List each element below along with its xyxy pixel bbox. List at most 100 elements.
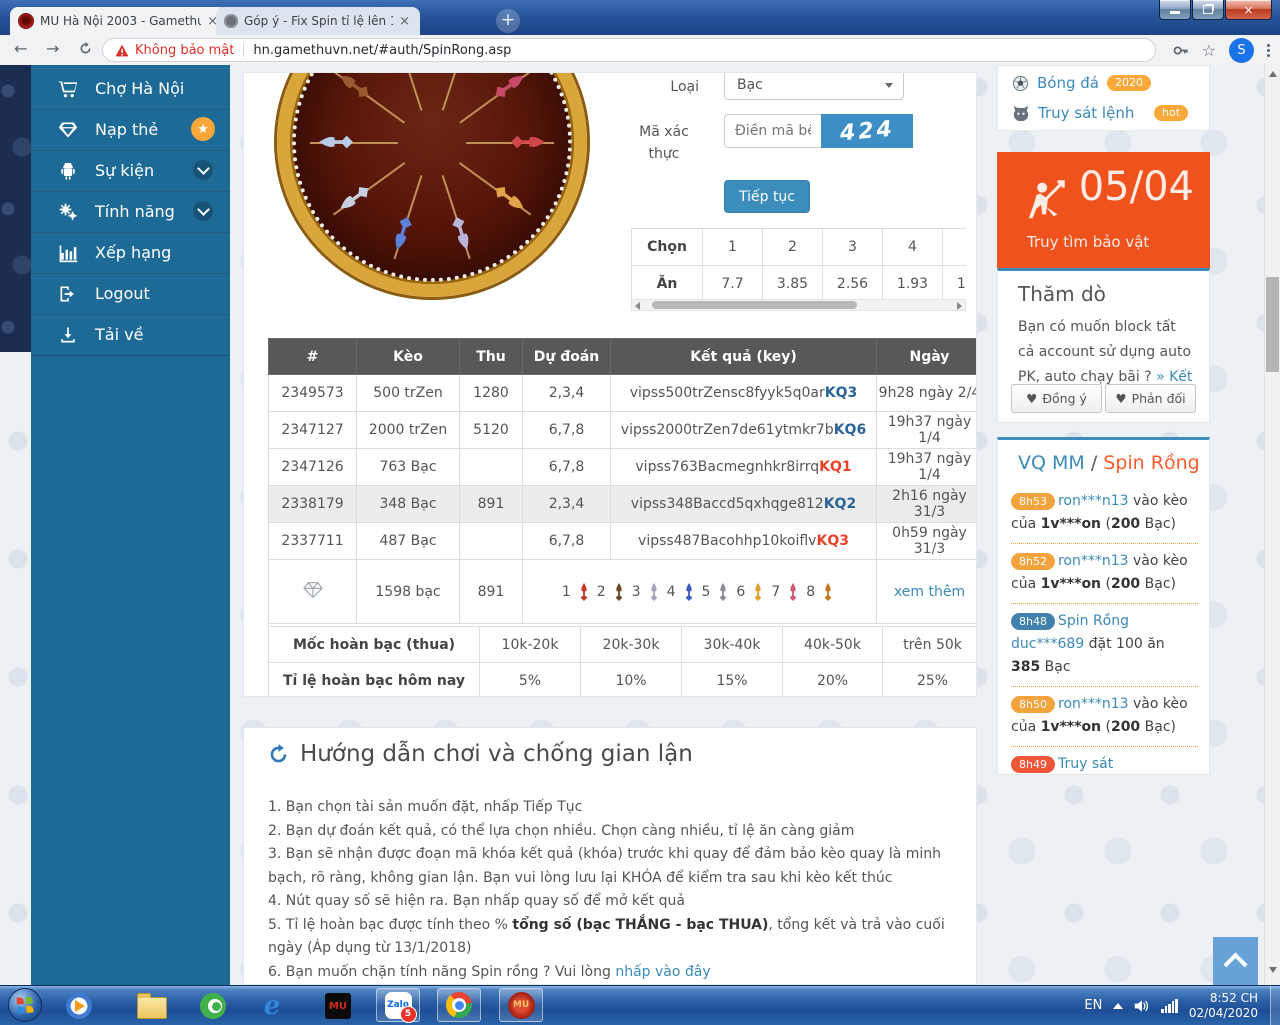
zalo-icon: Zalo 5 xyxy=(385,992,412,1019)
toolbar-right: ☆ S xyxy=(1172,35,1270,65)
verification-code-input[interactable] xyxy=(724,114,821,148)
sidebar-item-label: Chợ Hà Nội xyxy=(95,79,184,98)
globe-favicon-icon xyxy=(224,14,238,28)
scroll-down-icon[interactable] xyxy=(1269,967,1277,973)
sidebar-item-logout[interactable]: Logout xyxy=(31,273,230,315)
odds-header-row: Chọn 1 2 3 4 5 xyxy=(632,229,967,266)
close-button[interactable]: × xyxy=(1225,0,1272,20)
agree-button[interactable]: ♥Đồng ý xyxy=(1011,384,1102,413)
network-icon[interactable] xyxy=(1161,999,1178,1013)
disagree-button[interactable]: ♥Phản đối xyxy=(1105,384,1196,413)
mu-launcher-taskbar-icon[interactable]: MU xyxy=(323,991,353,1021)
minimize-button[interactable] xyxy=(1159,0,1191,20)
odds-value-row: Ăn 7.7 3.85 2.56 1.93 1.54 xyxy=(632,266,967,300)
scroll-left-icon[interactable] xyxy=(635,302,640,310)
weapon-icon xyxy=(819,579,837,605)
spin-rong-panel: Loại Bạc Mã xác thực 424 Tiếp tục Chọn 1… xyxy=(243,72,977,697)
new-tab-button[interactable]: + xyxy=(496,9,520,33)
internet-explorer-taskbar-icon[interactable]: e xyxy=(257,991,287,1021)
feed-item: 8h52ron***n13 vào kèo của 1v***on (200 B… xyxy=(1011,544,1198,604)
sidebar-item-label: Tải về xyxy=(95,325,143,344)
back-button[interactable]: ← xyxy=(14,39,27,58)
password-key-icon[interactable] xyxy=(1172,42,1189,59)
player-link[interactable]: ron***n13 xyxy=(1058,696,1129,712)
refund-table-wrap: Mốc hoàn bạc (thua) 10k-20k 20k-30k 30k-… xyxy=(268,626,964,697)
chevron-down-icon[interactable] xyxy=(193,201,213,221)
scroll-right-icon[interactable] xyxy=(957,302,962,310)
activity-feed-card: VQ MM / Spin Rồng 8h53ron***n13 vào kèo … xyxy=(997,437,1210,775)
coccoc-taskbar-icon[interactable] xyxy=(198,991,228,1021)
refresh-icon xyxy=(268,744,289,765)
weapon-icon xyxy=(331,72,378,109)
event-card[interactable]: 05/04 Truy tìm bảo vật xyxy=(997,152,1210,268)
soccer-ball-icon xyxy=(1012,75,1029,92)
file-explorer-taskbar-icon[interactable] xyxy=(137,991,167,1021)
history-row: 2347127 2000 trZen 5120 6,7,8 vipss2000t… xyxy=(269,412,978,449)
history-row: 2337711 487 Bạc 6,7,8 vipss487Bacohhp10k… xyxy=(269,523,978,560)
volume-icon[interactable] xyxy=(1134,999,1150,1013)
odds-table: Chọn 1 2 3 4 5 Ăn 7.7 3.85 2.56 1.93 1.5… xyxy=(631,228,966,299)
clock-date: 02/04/2020 xyxy=(1189,1006,1258,1021)
see-more-link[interactable]: xem thêm xyxy=(894,584,965,600)
bong-da-link[interactable]: Bóng đá 2020 xyxy=(1012,74,1151,92)
result-code: KQ6 xyxy=(834,422,867,438)
tab-close-icon[interactable]: × xyxy=(397,14,412,29)
sidebar-item-cho-ha-noi[interactable]: Chợ Hà Nội xyxy=(31,68,230,110)
back-to-top-button[interactable] xyxy=(1213,937,1258,985)
forward-button[interactable]: → xyxy=(46,39,59,58)
block-spin-link[interactable]: nhấp vào đây xyxy=(615,964,710,980)
weapon-icon xyxy=(680,579,698,605)
feed-item: 8h53ron***n13 vào kèo của 1v***on (200 B… xyxy=(1011,484,1198,544)
time-badge: 8h53 xyxy=(1011,493,1055,510)
player-link[interactable]: ron***n13 xyxy=(1058,493,1129,509)
guide-item: 1. Bạn chọn tài sản muốn đặt, nhấp Tiếp … xyxy=(268,796,952,820)
time-badge: 8h52 xyxy=(1011,553,1055,570)
guide-item: 4. Nút quay số sẽ hiện ra. Bạn nhấp quay… xyxy=(268,890,952,914)
sidebar-item-xep-hang[interactable]: Xếp hạng xyxy=(31,232,230,274)
scroll-up-icon[interactable] xyxy=(1269,71,1277,77)
scrollbar-thumb[interactable] xyxy=(1266,277,1279,372)
restore-button[interactable] xyxy=(1192,0,1224,20)
sidebar-item-tinh-nang[interactable]: Tính năng xyxy=(31,191,230,233)
start-button[interactable] xyxy=(8,988,42,1022)
odds-horizontal-scrollbar[interactable] xyxy=(631,299,966,311)
continue-button[interactable]: Tiếp tục xyxy=(724,180,810,213)
sidebar-item-tai-ve[interactable]: Tải về xyxy=(31,314,230,356)
player-link[interactable]: ron***n13 xyxy=(1058,553,1129,569)
page-scrollbar[interactable] xyxy=(1264,65,1280,985)
address-bar[interactable]: Không bảo mật hn.gamethuvn.net/#auth/Spi… xyxy=(102,38,1156,62)
language-indicator[interactable]: EN xyxy=(1084,998,1102,1013)
scrollbar-thumb[interactable] xyxy=(652,301,857,309)
notification-badge: 5 xyxy=(400,1006,417,1023)
refund-value-row: Tỉ lệ hoàn bạc hôm nay 5% 10% 15% 20% 25… xyxy=(269,663,978,698)
treasure-hunter-icon xyxy=(1023,178,1069,224)
sidebar-item-label: Nạp thẻ xyxy=(95,120,158,139)
tab-gop-y[interactable]: Góp ý - Fix Spin tỉ lệ lên 1 tý | Pag × xyxy=(216,7,420,35)
bar-chart-icon xyxy=(58,243,78,263)
mu-game-taskbar-button[interactable]: MU xyxy=(499,988,543,1022)
sidebar-item-nap-the[interactable]: Nạp thẻ ★ xyxy=(31,109,230,151)
browser-menu-icon[interactable] xyxy=(1267,42,1270,59)
security-warning: Không bảo mật xyxy=(135,43,234,58)
show-desktop-button[interactable] xyxy=(1270,986,1280,1025)
poll-title: Thăm dò xyxy=(1018,282,1106,306)
windows-flag-icon xyxy=(16,996,33,1013)
refresh-button[interactable] xyxy=(78,41,93,60)
spin-wheel[interactable] xyxy=(277,72,587,297)
taskbar-clock[interactable]: 8:52 CH 02/04/2020 xyxy=(1189,991,1258,1021)
chevron-down-icon[interactable] xyxy=(193,160,213,180)
tab-mu-hanoi[interactable]: MU Hà Nội 2003 - GamethuVN.n × xyxy=(10,7,228,35)
media-player-taskbar-icon[interactable] xyxy=(64,991,94,1021)
vq-mm-link[interactable]: VQ MM xyxy=(1018,452,1085,474)
hidden-icons-arrow[interactable] xyxy=(1113,1003,1123,1009)
sidebar-item-su-kien[interactable]: Sự kiện xyxy=(31,150,230,192)
weapon-icon xyxy=(381,212,424,255)
spin-rong-link[interactable]: Spin Rồng xyxy=(1103,452,1199,474)
chrome-taskbar-button[interactable] xyxy=(437,988,481,1022)
refund-header-row: Mốc hoàn bạc (thua) 10k-20k 20k-30k 30k-… xyxy=(269,627,978,663)
bookmark-star-icon[interactable]: ☆ xyxy=(1202,41,1216,60)
profile-avatar[interactable]: S xyxy=(1229,38,1254,63)
asset-type-select[interactable]: Bạc xyxy=(724,72,904,100)
truy-sat-link[interactable]: Truy sát lệnh hot xyxy=(1012,104,1134,122)
zalo-taskbar-button[interactable]: Zalo 5 xyxy=(376,988,420,1022)
